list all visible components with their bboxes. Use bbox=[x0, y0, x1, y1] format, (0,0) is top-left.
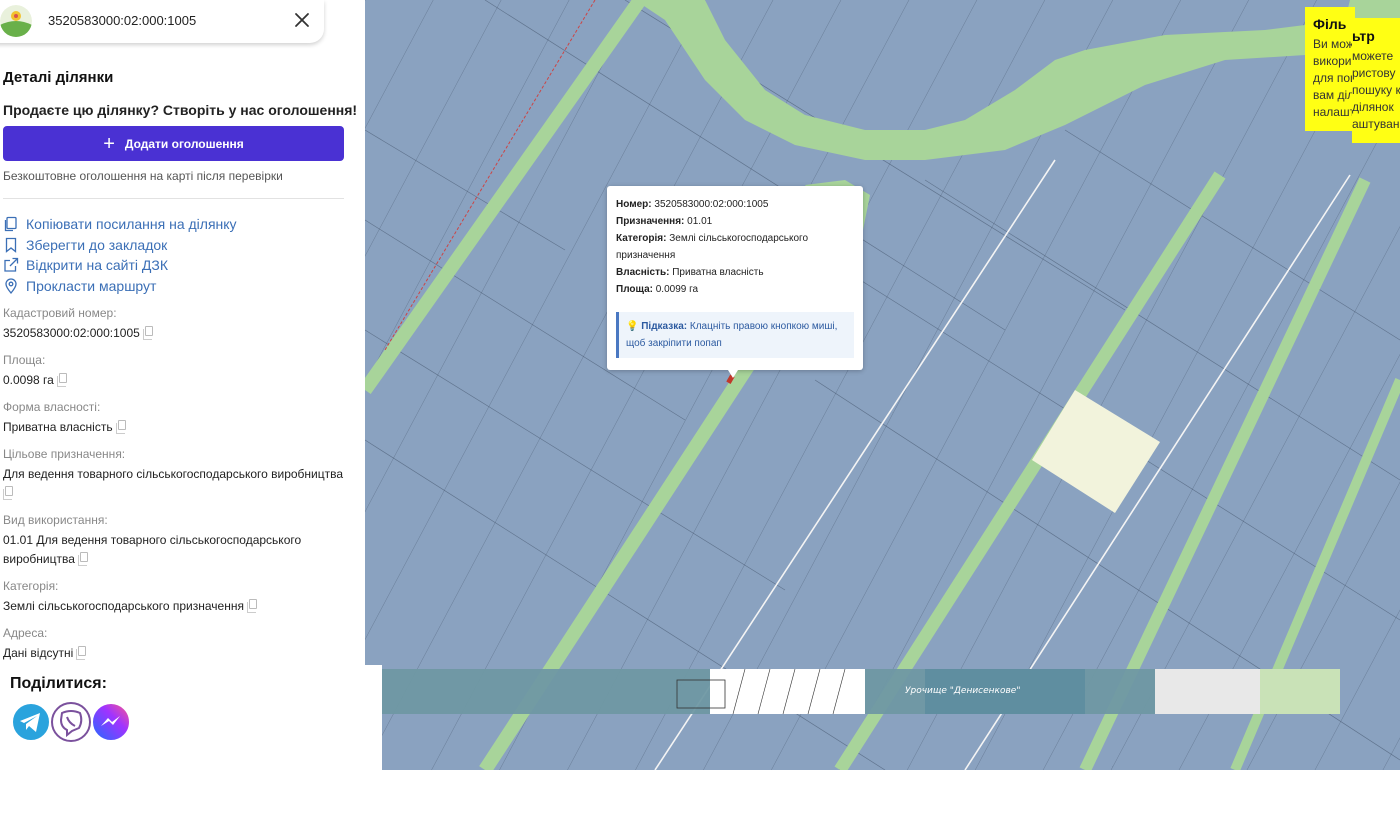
popup-area-row: Площа: 0.0099 га bbox=[616, 284, 699, 295]
bookmark-action[interactable]: Зберегти до закладок bbox=[3, 235, 237, 256]
bookmark-icon bbox=[5, 237, 17, 253]
parcel-popup[interactable]: Номер: 3520583000:02:000:1005 Призначенн… bbox=[607, 186, 863, 370]
copy-icon[interactable] bbox=[77, 552, 88, 566]
parcel-details-sidebar: 3520583000:02:000:1005 Деталі ділянки Пр… bbox=[0, 0, 365, 770]
filter-title-b: ьтр bbox=[1352, 28, 1375, 44]
action-list: Копіювати посилання на ділянку Зберегти … bbox=[3, 214, 237, 296]
field-cadastral-number: Кадастровий номер: 3520583000:02:000:100… bbox=[3, 306, 348, 343]
external-link-icon bbox=[4, 258, 19, 272]
popup-category-row: Категорія: Землі сільськогосподарського … bbox=[616, 233, 809, 261]
share-buttons bbox=[10, 701, 132, 743]
search-query[interactable]: 3520583000:02:000:1005 bbox=[48, 13, 196, 28]
map-svg: Урочище "Денисенкове" bbox=[365, 0, 1400, 770]
viber-icon[interactable] bbox=[50, 701, 92, 743]
field-address: Адреса: Дані відсутні bbox=[3, 626, 348, 663]
field-purpose: Цільове призначення: Для ведення товарно… bbox=[3, 447, 348, 503]
copy-link-icon bbox=[4, 217, 17, 232]
plus-icon: + bbox=[103, 132, 115, 155]
field-category: Категорія: Землі сільськогосподарського … bbox=[3, 579, 348, 616]
search-bar[interactable]: 3520583000:02:000:1005 bbox=[0, 0, 324, 43]
add-listing-label: Додати оголошення bbox=[124, 136, 244, 151]
copy-link-action[interactable]: Копіювати посилання на ділянку bbox=[3, 214, 237, 235]
copy-icon[interactable] bbox=[3, 486, 13, 500]
copy-icon[interactable] bbox=[56, 373, 67, 387]
popup-purpose-row: Призначення: 01.01 bbox=[616, 216, 713, 227]
copy-icon[interactable] bbox=[246, 599, 257, 613]
telegram-icon[interactable] bbox=[10, 701, 52, 743]
copy-icon[interactable] bbox=[76, 646, 87, 660]
location-pin-icon bbox=[5, 278, 17, 294]
open-dzk-action[interactable]: Відкрити на сайті ДЗК bbox=[3, 255, 237, 276]
filter-text-a: Ви мож викори для пош вам діл налашт bbox=[1313, 37, 1355, 119]
filter-note-a[interactable]: Філь Ви мож викори для пош вам діл налаш… bbox=[1305, 7, 1355, 131]
popup-number-row: Номер: 3520583000:02:000:1005 bbox=[616, 199, 769, 210]
divider bbox=[3, 198, 344, 199]
tract-label: Урочище "Денисенкове" bbox=[905, 686, 1020, 696]
filter-note-b[interactable]: ьтр можете ристову пошуку к ділянок ашту… bbox=[1352, 18, 1400, 143]
close-icon[interactable] bbox=[291, 9, 313, 31]
field-usage: Вид використання: 01.01 Для ведення това… bbox=[3, 513, 302, 566]
route-action[interactable]: Прокласти маршрут bbox=[3, 276, 237, 297]
popup-ownership-row: Власність: Приватна власність bbox=[616, 267, 764, 278]
promo-text: Продаєте цю ділянку? Створіть у нас огол… bbox=[3, 102, 358, 118]
lightbulb-icon: 💡 bbox=[626, 321, 639, 332]
map-canvas[interactable]: Урочище "Денисенкове" bbox=[365, 0, 1400, 770]
panel-title: Деталі ділянки bbox=[3, 69, 114, 86]
bottom-blank-area bbox=[0, 770, 1400, 823]
add-listing-button[interactable]: + Додати оголошення bbox=[3, 126, 344, 161]
share-title: Поділитися: bbox=[10, 675, 107, 692]
popup-hint: 💡 Підказка: Клацніть правою кнопкою миші… bbox=[616, 312, 854, 358]
copy-icon[interactable] bbox=[115, 420, 126, 434]
field-area: Площа: 0.0098 га bbox=[3, 353, 348, 390]
parcel-fields: Кадастровий номер: 3520583000:02:000:100… bbox=[3, 306, 348, 663]
filter-title-a: Філь bbox=[1313, 16, 1347, 32]
free-listing-note: Безкоштовне оголошення на карті після пе… bbox=[3, 169, 283, 183]
filter-text-b: можете ристову пошуку к ділянок аштуванн bbox=[1352, 49, 1400, 131]
field-ownership: Форма власності: Приватна власність bbox=[3, 400, 348, 437]
popup-pointer bbox=[728, 370, 738, 378]
messenger-icon[interactable] bbox=[90, 701, 132, 743]
app-logo-icon bbox=[0, 5, 32, 37]
copy-icon[interactable] bbox=[142, 326, 153, 340]
